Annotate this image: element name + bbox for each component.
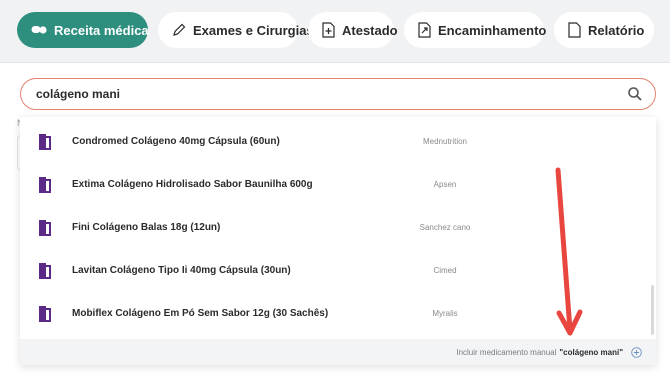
result-item[interactable]: Lavitan Colágeno Tipo Ii 40mg Cápsula (3… — [20, 249, 656, 292]
pill-icon — [38, 177, 52, 193]
tab-receita-medica[interactable]: Receita médica — [17, 12, 149, 48]
search-icon[interactable] — [627, 86, 643, 102]
pills-icon — [31, 22, 47, 38]
result-item[interactable]: Condromed Colágeno 40mg Cápsula (60un) M… — [20, 120, 656, 163]
result-brand: Sanchez cano — [419, 223, 471, 232]
document-arrow-icon — [418, 22, 431, 38]
result-item[interactable]: Extima Colágeno Hidrolisado Sabor Baunil… — [20, 163, 656, 206]
tab-label: Exames e Cirurgias — [193, 22, 314, 38]
pill-icon — [38, 220, 52, 236]
result-name: Fini Colágeno Balas 18g (12un) — [72, 222, 221, 233]
tab-atestado[interactable]: Atestado — [308, 12, 398, 48]
pen-icon — [172, 22, 186, 38]
tab-label: Receita médica — [54, 22, 149, 38]
tab-label: Encaminhamento — [438, 22, 547, 38]
result-name: Extima Colágeno Hidrolisado Sabor Baunil… — [72, 179, 313, 190]
result-item[interactable]: Fini Colágeno Balas 18g (12un) Sanchez c… — [20, 206, 656, 249]
result-name: Mobiflex Colágeno Em Pó Sem Sabor 12g (3… — [72, 308, 329, 319]
result-brand: Mednutrition — [422, 137, 468, 146]
add-manual-query: "colágeno mani" — [559, 347, 623, 357]
search-value[interactable]: colágeno mani — [36, 87, 627, 101]
pill-icon — [38, 263, 52, 279]
result-brand: Cimed — [433, 266, 457, 275]
document-icon — [568, 22, 581, 38]
pill-icon — [38, 306, 52, 322]
document-plus-icon — [322, 22, 335, 38]
result-brand: Myralis — [432, 309, 458, 318]
result-name: Lavitan Colágeno Tipo Ii 40mg Cápsula (3… — [72, 265, 291, 276]
medication-search-input[interactable]: colágeno mani — [20, 78, 656, 110]
result-brand: Apsen — [433, 180, 457, 189]
scrollbar[interactable] — [651, 285, 654, 335]
search-results-dropdown: Condromed Colágeno 40mg Cápsula (60un) M… — [20, 117, 656, 365]
plus-circle-icon[interactable] — [631, 346, 642, 358]
tab-bar: Receita médica Exames e Cirurgias Atesta… — [17, 12, 654, 48]
add-manual-label: Incluir medicamento manual — [456, 347, 557, 357]
tab-encaminhamento[interactable]: Encaminhamento — [404, 12, 547, 48]
add-manual-medication[interactable]: Incluir medicamento manual "colágeno man… — [20, 339, 656, 365]
result-item[interactable]: Mobiflex Colágeno Em Pó Sem Sabor 12g (3… — [20, 292, 656, 335]
pill-icon — [38, 134, 52, 150]
result-name: Condromed Colágeno 40mg Cápsula (60un) — [72, 136, 280, 147]
tab-label: Relatório — [588, 22, 645, 38]
tab-relatorio[interactable]: Relatório — [554, 12, 654, 48]
tab-label: Atestado — [342, 22, 398, 38]
tab-exames-cirurgias[interactable]: Exames e Cirurgias — [158, 12, 314, 48]
